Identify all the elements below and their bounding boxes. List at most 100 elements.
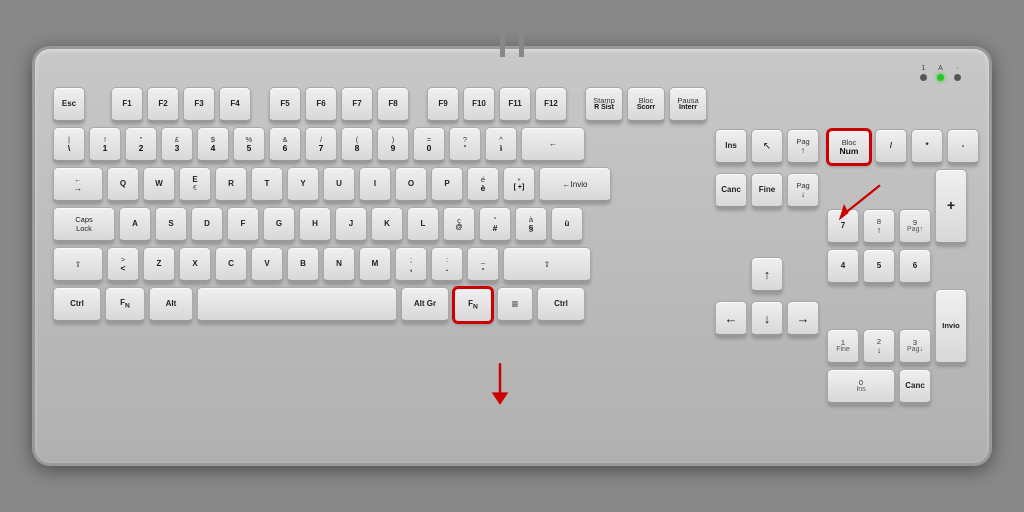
key-backspace[interactable]: ← [521,127,585,163]
key-numpad-0[interactable]: 0Ins [827,369,895,405]
key-f5[interactable]: F5 [269,87,301,123]
key-numpad-minus[interactable]: - [947,129,979,165]
key-f4[interactable]: F4 [219,87,251,123]
key-x[interactable]: X [179,247,211,283]
key-c[interactable]: C [215,247,247,283]
key-numpad-plus[interactable]: + [935,169,967,245]
key-f3[interactable]: F3 [183,87,215,123]
key-numpad-2[interactable]: 2↓ [863,329,895,365]
key-minus[interactable]: _- [467,247,499,283]
key-enter[interactable]: ←Invio [539,167,611,203]
key-f9[interactable]: F9 [427,87,459,123]
key-3[interactable]: £3 [161,127,193,163]
key-d[interactable]: D [191,207,223,243]
key-tab[interactable]: ←→ [53,167,103,203]
key-numpad-4[interactable]: 4 [827,249,859,285]
key-numpad-7[interactable]: 7 [827,209,859,245]
key-bracket[interactable]: *[ +] [503,167,535,203]
key-numpad-6[interactable]: 6 [899,249,931,285]
key-m[interactable]: M [359,247,391,283]
key-arrow-left[interactable]: ← [715,301,747,337]
key-ins[interactable]: Ins [715,129,747,165]
key-q[interactable]: Q [107,167,139,203]
key-caret[interactable]: ^ì [485,127,517,163]
key-pgup[interactable]: Pag↑ [787,129,819,165]
key-shift-right[interactable]: ⇧ [503,247,591,283]
key-f1[interactable]: F1 [111,87,143,123]
key-gt[interactable]: >< [107,247,139,283]
key-f2[interactable]: F2 [147,87,179,123]
key-4[interactable]: $4 [197,127,229,163]
key-fine[interactable]: Fine [751,173,783,209]
key-e[interactable]: E€ [179,167,211,203]
key-b[interactable]: B [287,247,319,283]
key-a[interactable]: A [119,207,151,243]
key-arrow-right[interactable]: → [787,301,819,337]
key-1[interactable]: !1 [89,127,121,163]
key-h[interactable]: H [299,207,331,243]
key-agrave[interactable]: à§ [515,207,547,243]
key-z[interactable]: Z [143,247,175,283]
key-numpad-1[interactable]: 1Fine [827,329,859,365]
key-f12[interactable]: F12 [535,87,567,123]
key-numpad-slash[interactable]: / [875,129,907,165]
key-spacebar[interactable] [197,287,397,323]
key-w[interactable]: W [143,167,175,203]
key-g[interactable]: G [263,207,295,243]
key-alt-left[interactable]: Alt [149,287,193,323]
key-2[interactable]: "2 [125,127,157,163]
key-canc[interactable]: Canc [715,173,747,209]
key-n[interactable]: N [323,247,355,283]
key-ctrl-left[interactable]: Ctrl [53,287,101,323]
key-apostrophe[interactable]: ?' [449,127,481,163]
key-8[interactable]: (8 [341,127,373,163]
key-0[interactable]: =0 [413,127,445,163]
key-cedilla[interactable]: ç@ [443,207,475,243]
key-degree[interactable]: °# [479,207,511,243]
key-fn-right[interactable]: FN [453,287,493,323]
key-pausa[interactable]: PausaInterr [669,87,707,123]
key-comma[interactable]: ;, [395,247,427,283]
key-f8[interactable]: F8 [377,87,409,123]
key-f11[interactable]: F11 [499,87,531,123]
key-ugrave[interactable]: ù [551,207,583,243]
key-numpad-3[interactable]: 3Pag↓ [899,329,931,365]
key-bloc-num[interactable]: BlocNum [827,129,871,165]
key-numpad-canc[interactable]: Canc [899,369,931,405]
key-fn-left[interactable]: FN [105,287,145,323]
key-numpad-enter[interactable]: Invio [935,289,967,365]
key-v[interactable]: V [251,247,283,283]
key-r[interactable]: R [215,167,247,203]
key-p[interactable]: P [431,167,463,203]
key-k[interactable]: K [371,207,403,243]
key-stamp[interactable]: StampR Sist [585,87,623,123]
key-esc[interactable]: Esc [53,87,85,123]
key-menu[interactable]: ≡ [497,287,533,323]
key-pgdn[interactable]: Pag↓ [787,173,819,209]
key-j[interactable]: J [335,207,367,243]
key-caps-lock[interactable]: CapsLock [53,207,115,243]
key-f[interactable]: F [227,207,259,243]
key-backslash[interactable]: |\ [53,127,85,163]
key-arrow-up[interactable]: ↑ [751,257,783,293]
key-period[interactable]: :. [431,247,463,283]
key-7[interactable]: /7 [305,127,337,163]
key-6[interactable]: &6 [269,127,301,163]
key-t[interactable]: T [251,167,283,203]
key-bloc-scorr[interactable]: BlocScorr [627,87,665,123]
key-shift-left[interactable]: ⇧ [53,247,103,283]
key-altgr[interactable]: Alt Gr [401,287,449,323]
key-f6[interactable]: F6 [305,87,337,123]
key-i[interactable]: I [359,167,391,203]
key-o[interactable]: O [395,167,427,203]
key-numpad-8[interactable]: 8↑ [863,209,895,245]
key-e-accent[interactable]: éè [467,167,499,203]
key-y[interactable]: Y [287,167,319,203]
key-f10[interactable]: F10 [463,87,495,123]
key-9[interactable]: )9 [377,127,409,163]
key-numpad-9[interactable]: 9Pag↑ [899,209,931,245]
key-5[interactable]: %5 [233,127,265,163]
key-arrow-down[interactable]: ↓ [751,301,783,337]
key-l[interactable]: L [407,207,439,243]
key-ctrl-right[interactable]: Ctrl [537,287,585,323]
